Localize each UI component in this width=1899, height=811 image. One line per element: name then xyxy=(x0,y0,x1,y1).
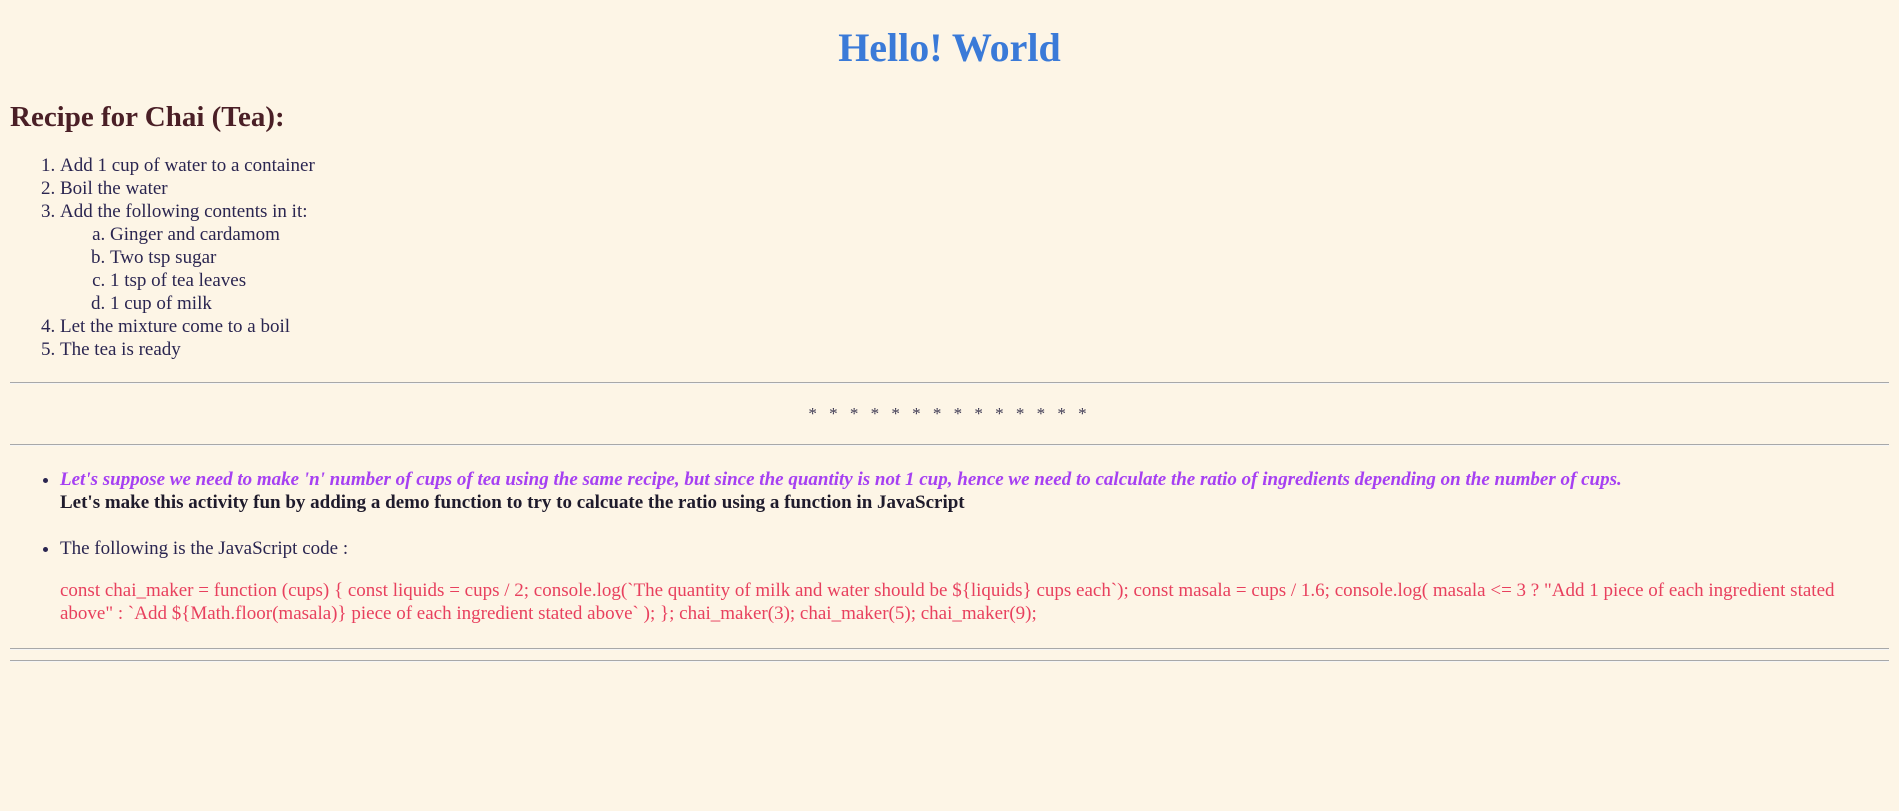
note-text: The following is the JavaScript code : xyxy=(60,538,349,559)
note-italic-text: Let's suppose we need to make 'n' number… xyxy=(60,469,1622,490)
divider xyxy=(10,382,1889,384)
divider xyxy=(10,648,1889,650)
stars-separator: * * * * * * * * * * * * * * xyxy=(808,404,1091,423)
divider xyxy=(10,444,1889,446)
divider xyxy=(10,660,1889,662)
notes-list: Let's suppose we need to make 'n' number… xyxy=(10,468,1889,625)
recipe-step: The tea is ready xyxy=(60,338,1889,361)
note-bold-text: Let's make this activity fun by adding a… xyxy=(60,492,965,513)
recipe-step: Let the mixture come to a boil xyxy=(60,315,1889,338)
recipe-title: Recipe for Chai (Tea): xyxy=(10,101,285,133)
recipe-step: Add 1 cup of water to a container xyxy=(60,154,1889,177)
ingredient-item: Two tsp sugar xyxy=(110,246,1889,269)
note-item: The following is the JavaScript code : c… xyxy=(60,537,1889,625)
note-item: Let's suppose we need to make 'n' number… xyxy=(60,468,1889,514)
recipe-step: Boil the water xyxy=(60,177,1889,200)
ingredient-item: 1 tsp of tea leaves xyxy=(110,269,1889,292)
code-block: const chai_maker = function (cups) { con… xyxy=(60,580,1835,624)
ingredients-sublist: Ginger and cardamom Two tsp sugar 1 tsp … xyxy=(60,223,1889,315)
page-heading: Hello! World xyxy=(838,25,1061,70)
ingredient-item: Ginger and cardamom xyxy=(110,223,1889,246)
recipe-steps-list: Add 1 cup of water to a container Boil t… xyxy=(10,154,1889,361)
page: Hello! World Recipe for Chai (Tea): Add … xyxy=(0,0,1899,662)
ingredient-item: 1 cup of milk xyxy=(110,292,1889,315)
recipe-step-label: Add the following contents in it: xyxy=(60,201,308,222)
recipe-step: Add the following contents in it: Ginger… xyxy=(60,200,1889,315)
